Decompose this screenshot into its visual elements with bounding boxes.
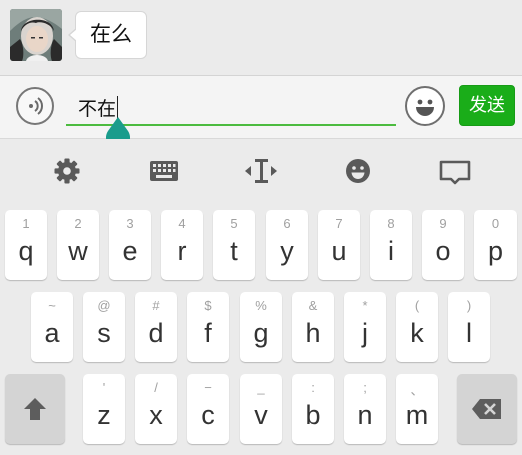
key-i[interactable]: 8i	[370, 210, 412, 280]
key-w[interactable]: 2w	[57, 210, 99, 280]
gear-icon	[54, 158, 80, 184]
cursor-move-button[interactable]	[241, 153, 281, 189]
key-p[interactable]: 0p	[474, 210, 517, 280]
key-v[interactable]: _ v	[240, 374, 282, 444]
keyboard: 1q 2w 3e 4r 5t 6y 7u 8i 9o 0p ~ a @ s # d $…	[0, 205, 522, 455]
message-text: 在么	[90, 23, 132, 46]
shift-key[interactable]	[5, 374, 65, 444]
backspace-icon	[472, 399, 501, 419]
key-x[interactable]: / x	[135, 374, 177, 444]
key-o[interactable]: 9o	[422, 210, 464, 280]
key-g[interactable]: % g	[240, 292, 282, 362]
key-d[interactable]: # d	[135, 292, 177, 362]
key-n[interactable]: ; n	[344, 374, 386, 444]
key-y[interactable]: 6y	[266, 210, 308, 280]
key-z[interactable]: ' z	[83, 374, 125, 444]
key-m[interactable]: 、 m	[396, 374, 438, 444]
key-e[interactable]: 3e	[109, 210, 151, 280]
avatar[interactable]	[10, 9, 62, 61]
key-c[interactable]: − c	[187, 374, 229, 444]
backspace-key[interactable]	[457, 374, 517, 444]
smiley-icon	[416, 99, 434, 116]
chat-area: 在么	[0, 0, 522, 75]
input-bar: 不在 发送	[0, 75, 522, 139]
emoji-button[interactable]	[405, 86, 445, 126]
message-bubble[interactable]: 在么	[68, 11, 147, 59]
key-b[interactable]: :b	[292, 374, 334, 444]
settings-button[interactable]	[47, 153, 87, 189]
hide-keyboard-button[interactable]	[435, 153, 475, 189]
key-a[interactable]: ~ a	[31, 292, 73, 362]
voice-icon	[29, 97, 43, 115]
keyboard-switch-button[interactable]	[144, 153, 184, 189]
key-q[interactable]: 1q	[5, 210, 47, 280]
emoji-panel-button[interactable]	[338, 153, 378, 189]
key-t[interactable]: 5t	[213, 210, 255, 280]
shift-icon	[24, 398, 46, 420]
key-k[interactable]: (k	[396, 292, 438, 362]
key-r[interactable]: 4r	[161, 210, 203, 280]
key-f[interactable]: $ f	[187, 292, 229, 362]
key-u[interactable]: 7u	[318, 210, 360, 280]
voice-input-button[interactable]	[16, 87, 54, 125]
key-h[interactable]: & h	[292, 292, 334, 362]
emoji-icon	[346, 159, 370, 183]
key-l[interactable]: ) l	[448, 292, 490, 362]
keyboard-icon	[150, 161, 178, 181]
cursor-move-icon	[245, 159, 277, 183]
hide-keyboard-icon	[439, 160, 471, 185]
key-s[interactable]: @ s	[83, 292, 125, 362]
key-j[interactable]: * j	[344, 292, 386, 362]
keyboard-toolbar	[0, 139, 522, 205]
send-button[interactable]: 发送	[459, 85, 515, 126]
